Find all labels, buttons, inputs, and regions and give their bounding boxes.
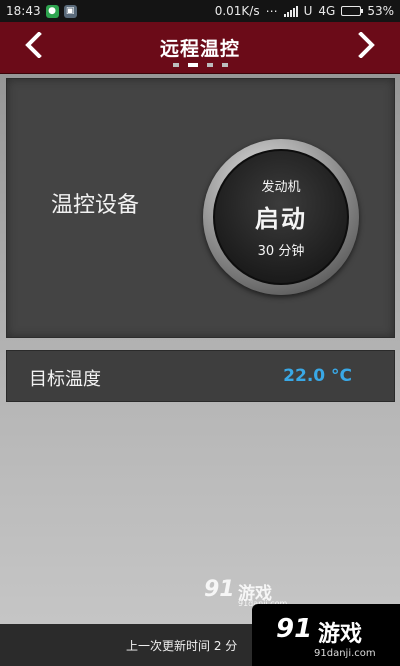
device-label: 温控设备 bbox=[51, 193, 140, 218]
next-page-button[interactable] bbox=[352, 30, 382, 60]
status-time: 18:43 bbox=[6, 4, 41, 18]
status-bar: 18:43 ● ▣ 0.01K/s ⋯ U 4G 53% bbox=[0, 0, 400, 22]
device-panel: 温控设备 发动机 启动 30 分钟 bbox=[6, 78, 395, 338]
page-dot[interactable] bbox=[187, 63, 198, 67]
page-dot[interactable] bbox=[172, 63, 179, 67]
brand-logo-number: 91 bbox=[276, 614, 313, 644]
page-dot[interactable] bbox=[206, 63, 213, 67]
screen: 18:43 ● ▣ 0.01K/s ⋯ U 4G 53% 远程温控 温控设备 发… bbox=[0, 0, 400, 666]
signal-icon bbox=[283, 5, 298, 17]
engine-start-button[interactable]: 发动机 启动 30 分钟 bbox=[203, 139, 359, 295]
engine-duration: 30 分钟 bbox=[257, 243, 305, 259]
status-right: 0.01K/s ⋯ U 4G 53% bbox=[215, 4, 394, 18]
status-left: 18:43 ● ▣ bbox=[6, 4, 77, 18]
watermark-logo-number: 91 bbox=[204, 577, 235, 602]
page-dot[interactable] bbox=[221, 63, 228, 67]
brand-url: 91danji.com bbox=[314, 648, 376, 659]
engine-action: 启动 bbox=[255, 204, 307, 233]
last-update-text: 上一次更新时间 2 分 bbox=[126, 639, 238, 653]
engine-button-face: 发动机 启动 30 分钟 bbox=[213, 149, 349, 285]
chevron-right-icon bbox=[358, 32, 375, 58]
shield-icon: ▣ bbox=[63, 4, 77, 18]
page-title: 远程温控 bbox=[159, 38, 240, 60]
carrier-label: U bbox=[303, 4, 313, 18]
header: 远程温控 bbox=[0, 22, 400, 74]
brand-logo-text: 游戏 bbox=[318, 622, 363, 647]
engine-label: 发动机 bbox=[261, 179, 301, 195]
target-temperature-row[interactable]: 目标温度 22.0 °C bbox=[6, 350, 395, 402]
brand-watermark: 91 游戏 91danji.com bbox=[252, 604, 400, 666]
battery-icon bbox=[341, 6, 364, 16]
page-indicator bbox=[0, 63, 400, 67]
network-speed: 0.01K/s bbox=[214, 4, 260, 18]
wifi-icon: ⋯ bbox=[265, 4, 278, 18]
target-temperature-value: 22.0 °C bbox=[283, 366, 352, 386]
network-type: 4G bbox=[318, 4, 336, 18]
battery-percent: 53% bbox=[367, 4, 394, 18]
notification-icon: ● bbox=[45, 4, 59, 18]
target-temperature-label: 目标温度 bbox=[29, 369, 101, 390]
